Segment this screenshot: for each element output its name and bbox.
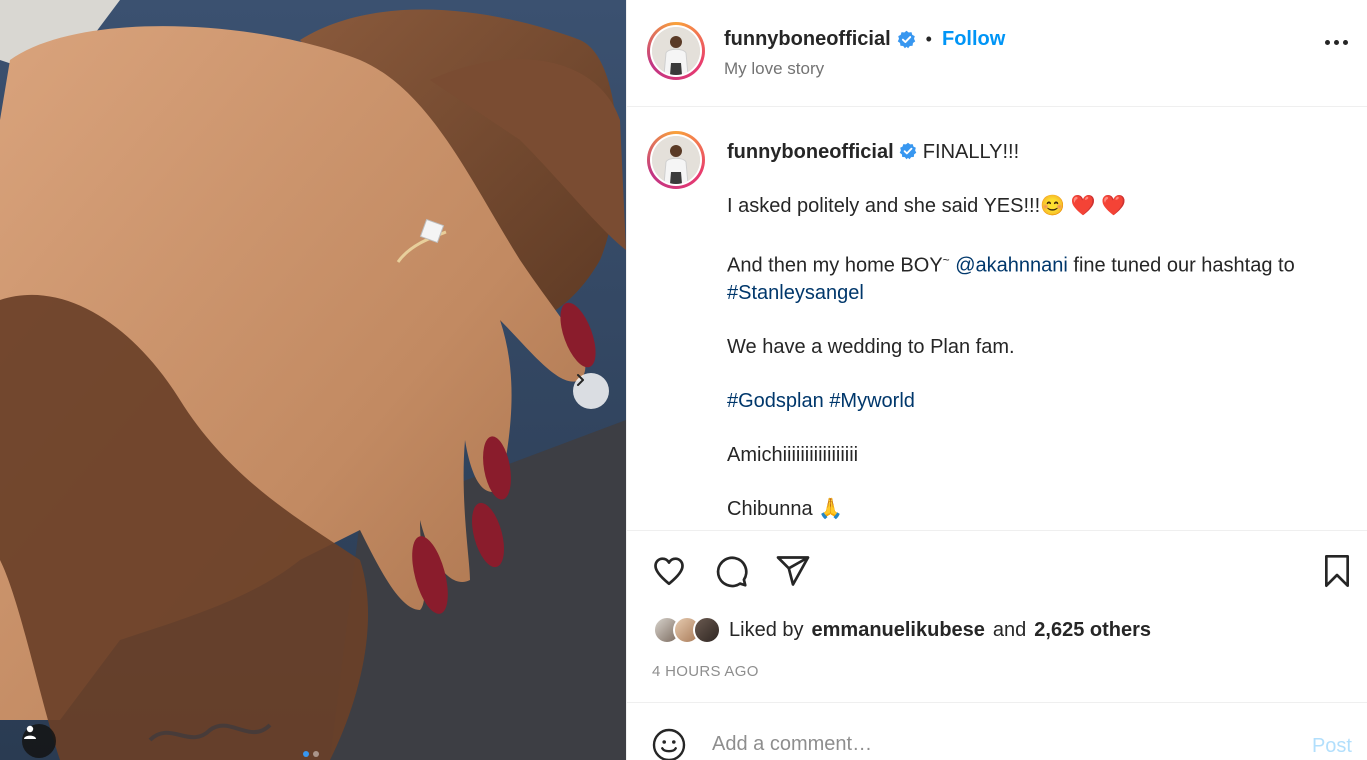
tagged-users-button[interactable] xyxy=(22,724,56,758)
caption-line-3: We have a wedding to Plan fam. xyxy=(727,335,1015,358)
post-actions: Liked by emmanuelikubese and 2,625 other… xyxy=(627,530,1367,702)
caption-line-6: Chibunna 🙏 xyxy=(727,497,844,520)
hashtag-link[interactable]: #Myworld xyxy=(829,390,915,412)
verified-badge-icon xyxy=(897,30,916,49)
hashtag-link[interactable]: #Godsplan xyxy=(727,390,824,412)
comment-input[interactable] xyxy=(712,727,1272,760)
liker-avatars[interactable] xyxy=(653,616,721,644)
paper-plane-icon[interactable] xyxy=(775,553,811,589)
chevron-right-icon xyxy=(577,374,584,386)
carousel-indicator xyxy=(303,751,319,757)
profile-photo xyxy=(652,27,700,75)
heart-icon[interactable] xyxy=(651,553,687,589)
mention-link[interactable]: @akahnnani xyxy=(955,255,1068,277)
profile-photo xyxy=(652,136,700,184)
author-avatar[interactable] xyxy=(647,22,705,80)
liker-avatar xyxy=(693,616,721,644)
post-header: funnyboneofficial • Follow My love story xyxy=(627,0,1367,107)
caption-line-2-prefix: And then my home BOY xyxy=(727,254,943,277)
comment-box: Post xyxy=(627,702,1367,760)
hashtag-link[interactable]: #Stanleysangel xyxy=(727,282,864,304)
post-media[interactable] xyxy=(0,0,626,760)
carousel-dot-active xyxy=(303,751,309,757)
caption-username[interactable]: funnyboneofficial xyxy=(727,141,894,163)
post-location[interactable]: My love story xyxy=(724,59,824,79)
liker-username[interactable]: emmanuelikubese xyxy=(812,619,985,642)
caption-line-5: Amichiiiiiiiiiiiiiiiii xyxy=(727,443,859,466)
likes-summary: Liked by emmanuelikubese and 2,625 other… xyxy=(653,616,1151,644)
caption-line-1: I asked politely and she said YES!!!😊 ❤️… xyxy=(727,195,1126,217)
caption-title: FINALLY!!! xyxy=(922,141,1020,163)
follow-button[interactable]: Follow xyxy=(942,28,1005,51)
carousel-next-button[interactable] xyxy=(573,373,609,409)
likes-count[interactable]: 2,625 others xyxy=(1034,619,1151,642)
verified-badge-icon xyxy=(899,142,917,160)
likes-joiner: and xyxy=(992,618,1027,641)
carousel-dot xyxy=(313,751,319,757)
caption-text: funnyboneofficial FINALLY!!! I asked pol… xyxy=(727,139,1347,530)
smiley-icon[interactable] xyxy=(651,727,687,760)
header-separator: • xyxy=(925,29,932,49)
author-username[interactable]: funnyboneofficial xyxy=(724,28,891,51)
engagement-photo xyxy=(0,0,626,760)
post-timestamp[interactable]: 4 HOURS AGO xyxy=(652,663,759,680)
more-options-icon[interactable] xyxy=(1325,40,1348,45)
likes-prefix: Liked by xyxy=(729,618,804,641)
caption-line-2-sup: ~ xyxy=(942,253,950,267)
post-detail-panel: funnyboneofficial • Follow My love story xyxy=(626,0,1367,760)
post-comment-button[interactable]: Post xyxy=(1312,735,1352,758)
caption-line-2-suffix: fine tuned our hashtag to xyxy=(1067,254,1295,277)
bookmark-icon[interactable] xyxy=(1321,553,1353,589)
caption-author-avatar[interactable] xyxy=(647,131,705,189)
post-caption: funnyboneofficial FINALLY!!! I asked pol… xyxy=(627,107,1367,530)
comment-bubble-icon[interactable] xyxy=(713,553,749,589)
user-tag-icon xyxy=(24,725,36,739)
